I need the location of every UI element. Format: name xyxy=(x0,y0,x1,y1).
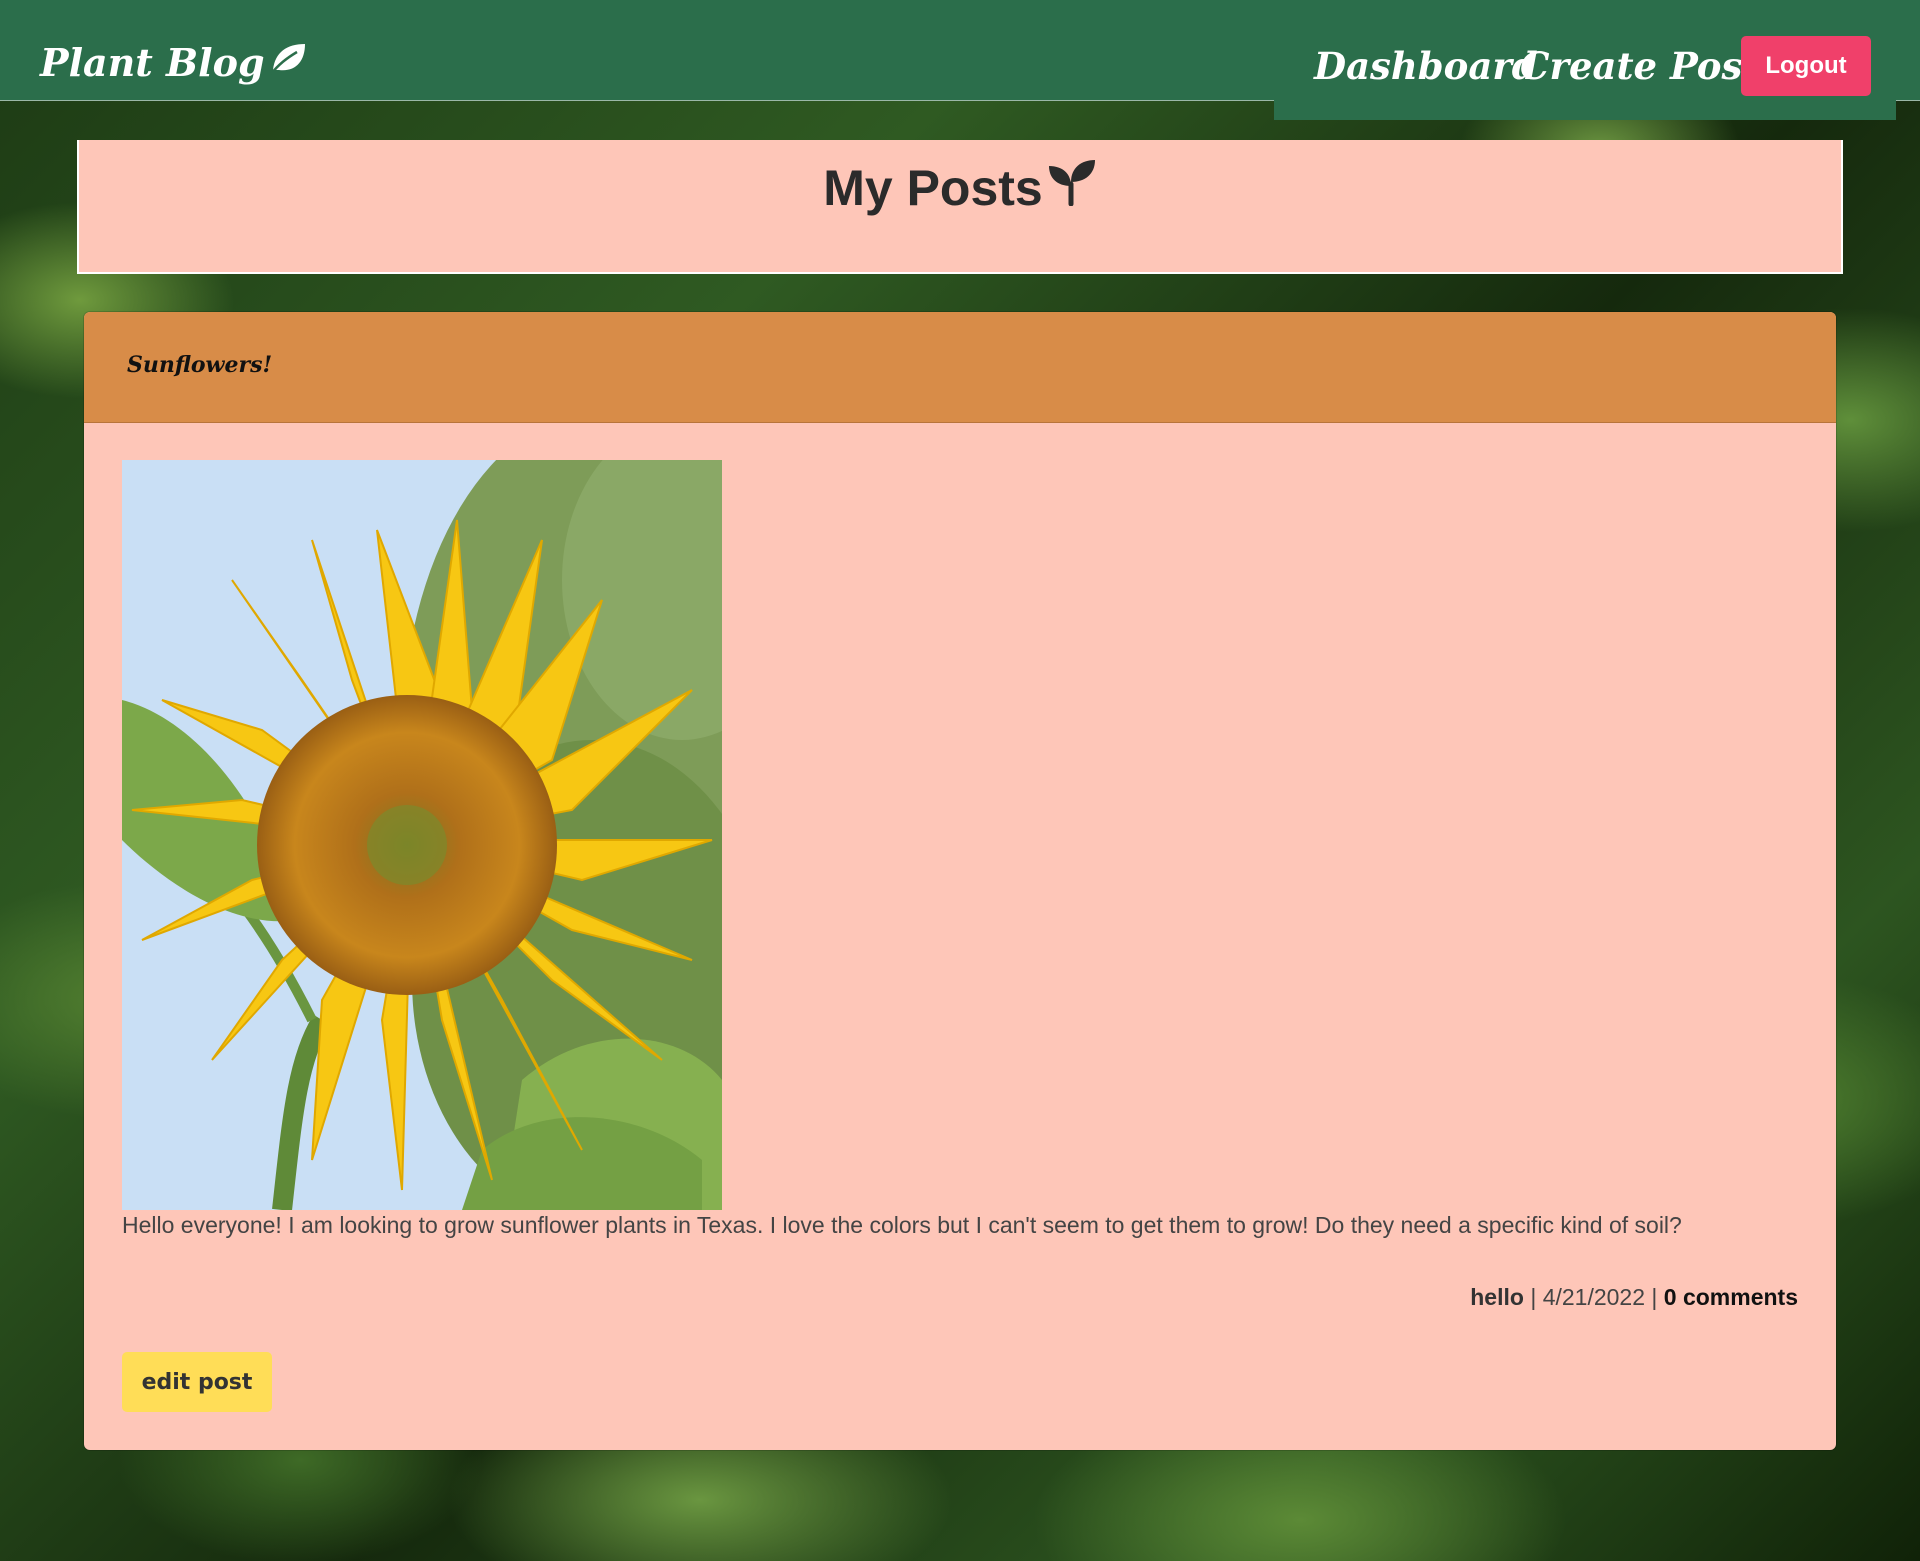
brand-name: Plant Blog xyxy=(40,40,265,85)
meta-separator: | xyxy=(1651,1284,1658,1310)
post-card-header: Sunflowers! xyxy=(84,312,1836,423)
comments-link[interactable]: 0 comments xyxy=(1664,1284,1798,1310)
post-meta: hello | 4/21/2022 | 0 comments xyxy=(1470,1284,1798,1311)
page-title: My Posts xyxy=(79,158,1841,218)
leaf-icon xyxy=(269,40,309,85)
nav-link-create-post[interactable]: Create Post xyxy=(1520,44,1759,88)
nav-link-dashboard[interactable]: Dashboard xyxy=(1314,44,1538,88)
post-title[interactable]: Sunflowers! xyxy=(127,352,272,378)
post-image xyxy=(122,460,722,1210)
brand-logo[interactable]: Plant Blog xyxy=(40,40,309,85)
post-body: Hello everyone! I am looking to grow sun… xyxy=(122,1212,1682,1238)
edit-post-button[interactable]: edit post xyxy=(122,1352,272,1412)
post-card: Sunflowers! Hello everyone! I am looking… xyxy=(84,312,1836,1450)
seedling-icon xyxy=(1045,158,1097,218)
navbar: Plant Blog Dashboard Create Post Logout xyxy=(0,0,1920,101)
page-title-text: My Posts xyxy=(823,160,1043,216)
post-author: hello xyxy=(1470,1284,1524,1310)
post-date: 4/21/2022 xyxy=(1542,1284,1646,1310)
logout-button[interactable]: Logout xyxy=(1741,36,1871,96)
meta-separator: | xyxy=(1530,1284,1537,1310)
navbar-strip xyxy=(1274,100,1896,120)
page-header: My Posts xyxy=(77,140,1843,274)
sunflower-image xyxy=(122,460,722,1210)
